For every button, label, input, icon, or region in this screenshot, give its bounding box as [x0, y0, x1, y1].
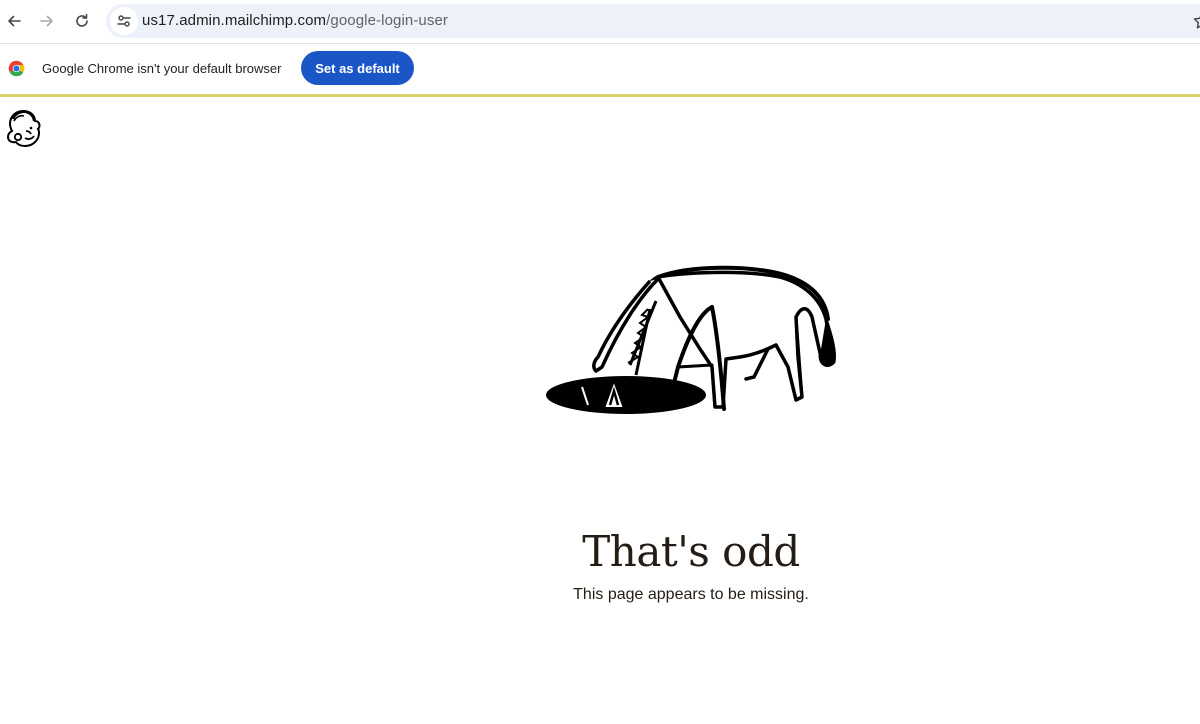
browser-toolbar: us17.admin.mailchimp.com/google-login-us… — [0, 0, 1200, 44]
error-message: This page appears to be missing. — [573, 586, 809, 603]
url-path: /google-login-user — [326, 12, 449, 29]
address-bar[interactable]: us17.admin.mailchimp.com/google-login-us… — [106, 4, 1200, 38]
reload-button[interactable] — [69, 8, 95, 34]
url-domain: us17.admin.mailchimp.com — [142, 12, 327, 29]
url-text[interactable]: us17.admin.mailchimp.com/google-login-us… — [142, 12, 448, 29]
bookmark-star-icon[interactable] — [1192, 11, 1200, 31]
infobar-message: Google Chrome isn't your default browser — [42, 61, 282, 76]
forward-arrow-icon — [40, 15, 53, 27]
page-title: That's odd — [582, 527, 800, 576]
back-button[interactable] — [1, 8, 27, 34]
mailchimp-logo-icon[interactable] — [4, 107, 42, 147]
chrome-logo-icon — [8, 60, 25, 77]
page-content: That's odd This page appears to be missi… — [0, 97, 1200, 724]
forward-button[interactable] — [34, 8, 60, 34]
set-as-default-button[interactable]: Set as default — [301, 51, 414, 85]
site-info-button[interactable] — [110, 7, 138, 35]
back-arrow-icon — [8, 15, 21, 27]
horse-head-in-hole-illustration — [546, 265, 836, 414]
default-browser-infobar: Google Chrome isn't your default browser… — [0, 44, 1200, 94]
reload-icon — [76, 13, 88, 27]
site-info-icon — [117, 15, 131, 27]
